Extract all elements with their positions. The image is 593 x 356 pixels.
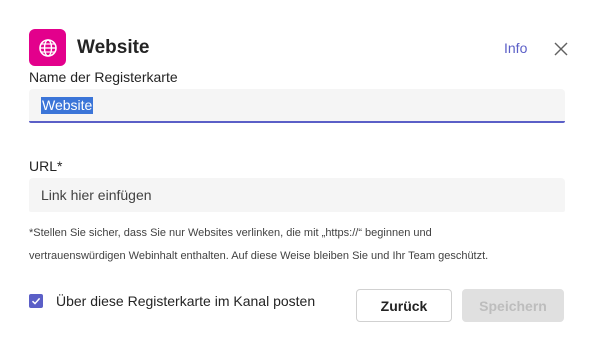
save-button[interactable]: Speichern	[462, 289, 564, 322]
globe-icon	[38, 38, 57, 57]
url-placeholder: Link hier einfügen	[41, 187, 152, 203]
add-website-tab-dialog: Website Info Name der Registerkarte Webs…	[0, 0, 593, 356]
dialog-header: Website Info	[29, 29, 569, 67]
post-to-channel-label[interactable]: Über diese Registerkarte im Kanal posten	[56, 293, 315, 309]
url-label: URL*	[29, 158, 63, 174]
info-link[interactable]: Info	[504, 40, 527, 56]
security-hint-line-2: vertrauenswürdigen Webinhalt enthalten. …	[29, 250, 489, 262]
url-input[interactable]: Link hier einfügen	[29, 178, 565, 212]
tab-name-input[interactable]: Website	[29, 89, 565, 123]
tab-name-label: Name der Registerkarte	[29, 69, 178, 85]
close-icon	[554, 42, 568, 56]
checkmark-icon	[31, 297, 41, 305]
security-hint-line-1: *Stellen Sie sicher, dass Sie nur Websit…	[29, 227, 432, 239]
tab-name-value: Website	[41, 97, 94, 114]
post-to-channel-checkbox[interactable]	[29, 294, 43, 308]
close-button[interactable]	[550, 38, 572, 60]
back-button[interactable]: Zurück	[356, 289, 452, 322]
dialog-title: Website	[77, 37, 150, 58]
website-app-icon	[29, 29, 66, 66]
security-hint: *Stellen Sie sicher, dass Sie nur Websit…	[29, 222, 569, 268]
